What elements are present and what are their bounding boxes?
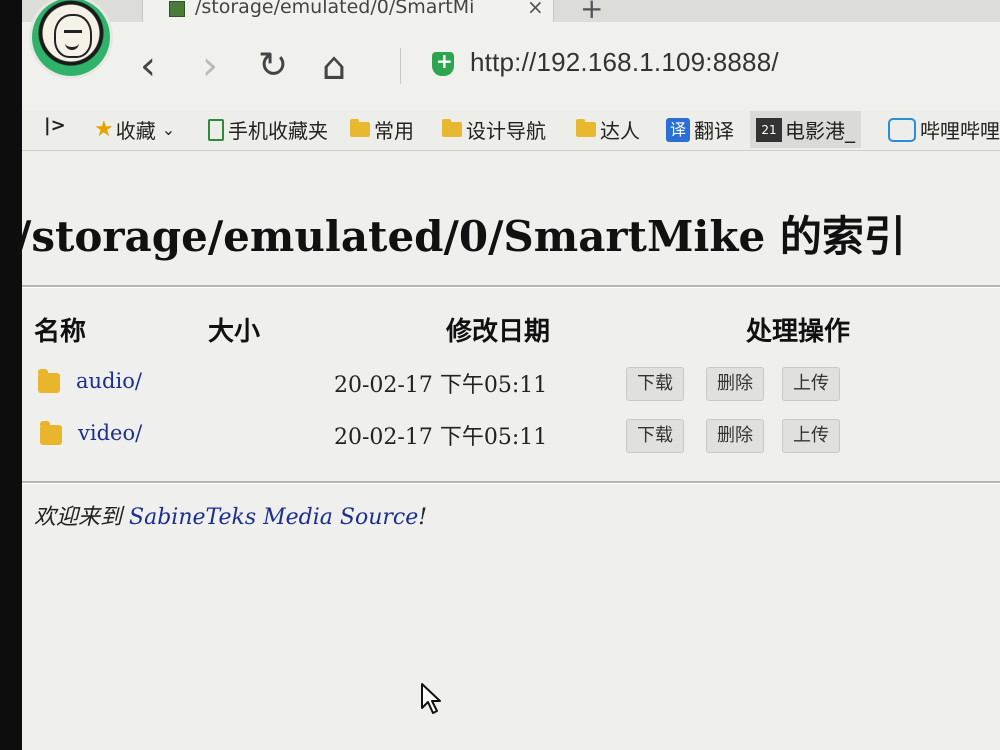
bookmark-label: 设计导航 bbox=[466, 119, 546, 143]
row-name-link[interactable]: video/ bbox=[78, 421, 142, 445]
bookmarks-bar: |> ★ 收藏 ⌄ 手机收藏夹 常用 设计导航 达人 译 翻译 21 电影港_ … bbox=[22, 110, 1000, 151]
favicon-icon bbox=[169, 1, 185, 17]
footer-link[interactable]: SabineTeks Media Source bbox=[129, 505, 418, 530]
user-avatar[interactable] bbox=[32, 0, 110, 76]
delete-button[interactable]: 删除 bbox=[706, 367, 764, 401]
avatar-face bbox=[54, 14, 92, 58]
folder-icon bbox=[40, 421, 62, 445]
bookmark-label: 达人 bbox=[600, 119, 640, 143]
tab-title: /storage/emulated/0/SmartMi bbox=[195, 0, 475, 18]
row-date: 20-02-17 下午05:11 bbox=[334, 425, 548, 450]
tab-close-icon[interactable]: × bbox=[527, 0, 544, 19]
navigation-bar: ‹ › ↻ ⌂ bbox=[22, 22, 1000, 110]
download-button[interactable]: 下载 bbox=[626, 419, 684, 453]
phone-icon bbox=[208, 118, 224, 141]
column-header-date: 修改日期 bbox=[446, 317, 551, 347]
bookmark-label: 常用 bbox=[374, 119, 414, 143]
sidebar-toggle-icon[interactable]: |> bbox=[44, 115, 66, 136]
upload-button[interactable]: 上传 bbox=[782, 367, 840, 401]
bookmark-label: 翻译 bbox=[694, 119, 734, 143]
upload-button[interactable]: 上传 bbox=[782, 419, 840, 453]
bookmark-label: 哔哩哔哩 bbox=[920, 119, 1000, 143]
bookmark-folder-design[interactable]: 设计导航 bbox=[442, 115, 546, 144]
download-button[interactable]: 下载 bbox=[626, 367, 684, 401]
bookmark-label: 手机收藏夹 bbox=[228, 119, 328, 143]
movie-icon: 21 bbox=[756, 117, 782, 142]
bookmark-label: 收藏 bbox=[115, 119, 156, 143]
column-header-size: 大小 bbox=[208, 317, 261, 347]
delete-button[interactable]: 删除 bbox=[706, 419, 764, 453]
page-title: /storage/emulated/0/SmartMike 的索引 bbox=[16, 212, 906, 261]
folder-icon bbox=[576, 119, 596, 137]
page-content: /storage/emulated/0/SmartMike 的索引 名称 大小 … bbox=[16, 151, 1000, 750]
nav-divider bbox=[400, 48, 401, 84]
chevron-down-icon: ⌄ bbox=[161, 120, 176, 139]
translate-icon: 译 bbox=[666, 117, 690, 142]
title-divider bbox=[22, 285, 1000, 288]
forward-icon[interactable]: › bbox=[202, 46, 218, 86]
security-shield-icon[interactable] bbox=[432, 49, 454, 76]
bookmark-movie[interactable]: 21 电影港_ bbox=[750, 111, 861, 148]
reload-icon[interactable]: ↻ bbox=[258, 46, 288, 86]
bilibili-icon bbox=[888, 117, 916, 142]
home-icon[interactable]: ⌂ bbox=[322, 46, 346, 86]
bookmark-favorites[interactable]: ★ 收藏 ⌄ bbox=[94, 115, 175, 144]
bookmark-folder-common[interactable]: 常用 bbox=[350, 115, 414, 144]
folder-icon bbox=[38, 369, 60, 393]
row-name-link[interactable]: audio/ bbox=[76, 369, 142, 393]
bookmark-label: 电影港_ bbox=[785, 119, 855, 143]
bookmark-translate[interactable]: 译 翻译 bbox=[666, 115, 734, 144]
footer-suffix: ! bbox=[418, 505, 428, 530]
folder-icon bbox=[442, 119, 462, 137]
tab-strip: /storage/emulated/0/SmartMi × + bbox=[22, 0, 1000, 25]
folder-icon bbox=[350, 119, 370, 137]
footer-prefix: 欢迎来到 bbox=[34, 505, 123, 530]
star-icon: ★ bbox=[94, 117, 114, 142]
back-icon[interactable]: ‹ bbox=[140, 46, 156, 86]
bookmark-mobile-favorites[interactable]: 手机收藏夹 bbox=[208, 115, 328, 144]
column-header-actions: 处理操作 bbox=[746, 317, 851, 347]
table-divider bbox=[22, 481, 1000, 484]
column-header-name: 名称 bbox=[34, 317, 87, 347]
mouse-cursor-icon bbox=[421, 683, 441, 714]
row-date: 20-02-17 下午05:11 bbox=[334, 373, 548, 398]
footer-text: 欢迎来到 SabineTeks Media Source! bbox=[34, 499, 427, 531]
address-bar[interactable] bbox=[468, 46, 992, 79]
bookmark-folder-experts[interactable]: 达人 bbox=[576, 115, 640, 144]
tab-active[interactable]: /storage/emulated/0/SmartMi × bbox=[142, 0, 554, 22]
bookmark-bilibili[interactable]: 哔哩哔哩 bbox=[888, 115, 1000, 144]
screen-bezel bbox=[0, 0, 22, 750]
